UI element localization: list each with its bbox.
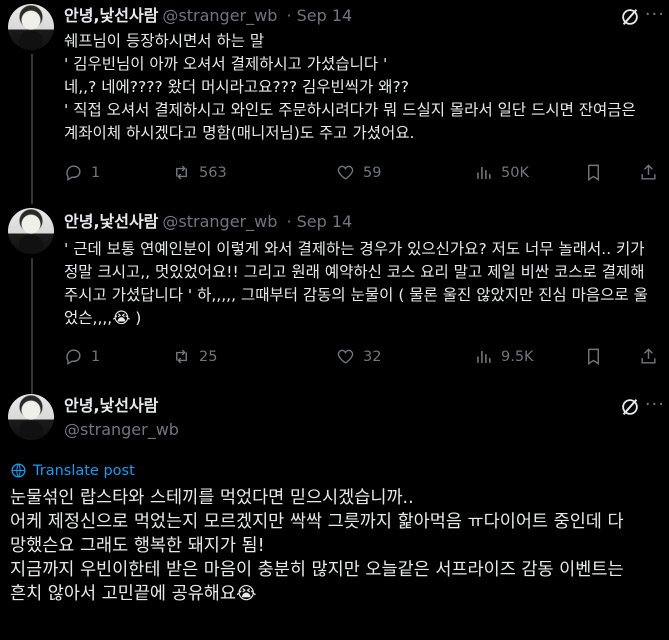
heart-icon [337,165,354,180]
translate-label: Translate post [33,462,135,479]
repost-icon [176,165,187,180]
globe-icon [11,463,26,478]
views-icon [477,350,491,363]
share-icon[interactable] [639,163,658,182]
views-count: 50K [501,164,529,181]
repost-icon [176,349,187,364]
thread-line [31,54,33,204]
reply-count: 1 [91,164,101,181]
author-name[interactable]: 안녕,낯선사람 [64,6,158,25]
translate-post-link[interactable]: Translate post [10,462,135,479]
views-icon [477,166,491,179]
avatar[interactable] [8,4,54,50]
avatar[interactable] [8,394,54,440]
tweet-2[interactable]: 안녕,낯선사람 @stranger_wb · Sep 14 ' 근데 보통 연예인… [0,204,669,394]
repost-button[interactable]: 563 [172,163,227,182]
thread-line [31,258,33,394]
tweet-1[interactable]: 안녕,낯선사람 @stranger_wb · Sep 14 ··· 쉐프님이 등장… [0,0,669,204]
reply-icon [66,165,81,181]
bookmark-icon[interactable] [584,347,603,366]
views-count: 9.5K [501,348,534,365]
author-handle[interactable]: @stranger_wb [162,6,277,25]
author-handle-main[interactable]: @stranger_wb [64,420,179,440]
reply-button[interactable]: 1 [64,347,100,366]
author-name-main[interactable]: 안녕,낯선사람 [64,396,158,416]
bookmark-icon[interactable] [584,163,603,182]
more-icon[interactable]: ··· [645,4,665,25]
tweet-date[interactable]: Sep 14 [297,212,353,231]
repost-button[interactable]: 25 [172,347,217,366]
like-button[interactable]: 32 [336,347,381,366]
tweet-date[interactable]: Sep 14 [297,6,353,25]
tweet-text: 쉐프님이 등장하시면서 하는 말 ' 김우빈님이 아까 오셔서 결제하시고 가셨… [64,32,636,142]
views-button[interactable]: 9.5K [474,347,534,366]
tweet-actions: 1 563 59 50K [64,163,669,183]
heart-icon [337,349,354,364]
grok-icon[interactable] [619,396,641,418]
author-name[interactable]: 안녕,낯선사람 [64,212,158,231]
views-button[interactable]: 50K [474,163,529,182]
like-button[interactable]: 59 [336,163,381,182]
repost-count: 25 [199,348,218,365]
author-handle[interactable]: @stranger_wb [162,212,277,231]
share-icon[interactable] [639,347,658,366]
grok-icon[interactable] [619,6,641,28]
repost-count: 563 [199,164,227,181]
like-count: 59 [363,164,382,181]
tweet-actions: 1 25 32 9.5K [64,347,669,367]
tweet-header: 안녕,낯선사람 @stranger_wb · Sep 14 [64,212,353,231]
tweet-text: ' 근데 보통 연예인분이 이렇게 와서 결제하는 경우가 있으신가요? 저도 … [64,240,648,327]
like-count: 32 [363,348,382,365]
main-tweet-text: 눈물섞인 랍스타와 스테끼를 먹었다면 믿으시겠습니까.. 어케 제정신으로 먹… [10,488,624,604]
reply-button[interactable]: 1 [64,163,100,182]
more-icon[interactable]: ··· [645,394,665,415]
reply-icon [66,349,81,365]
reply-count: 1 [91,348,101,365]
avatar[interactable] [8,208,54,254]
tweet-header: 안녕,낯선사람 @stranger_wb · Sep 14 [64,6,353,25]
